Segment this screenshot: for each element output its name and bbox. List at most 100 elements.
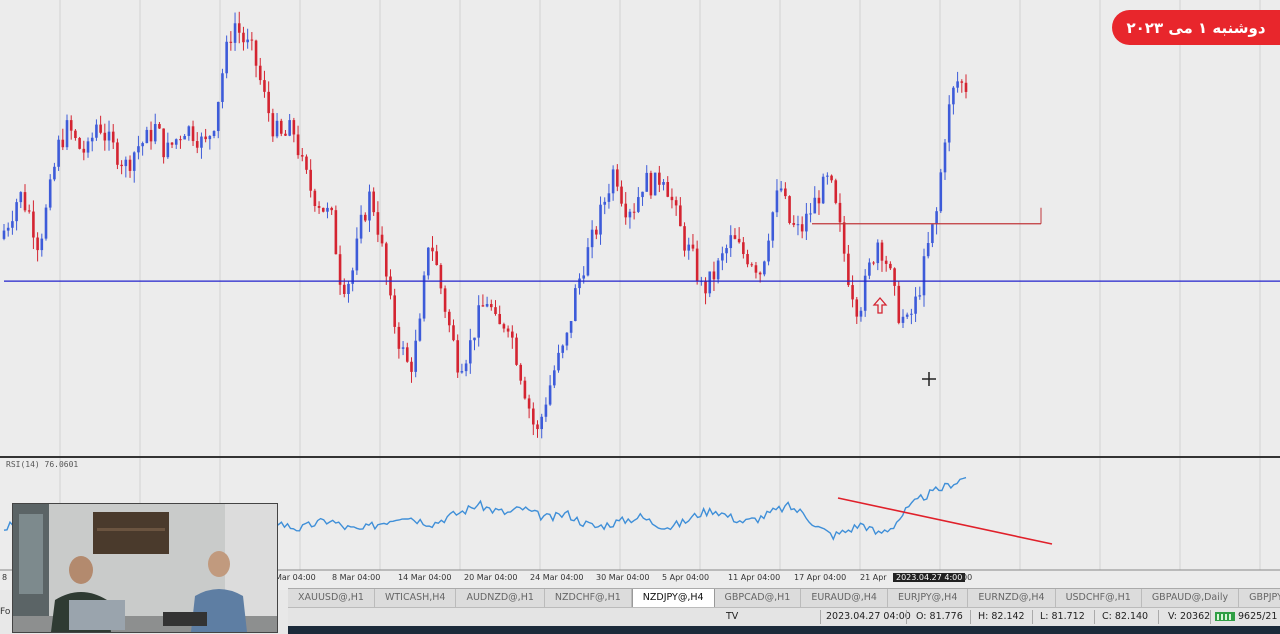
- candle: [536, 420, 539, 438]
- candle: [258, 57, 262, 85]
- candle: [599, 196, 602, 245]
- candle: [111, 124, 115, 150]
- candle: [649, 170, 653, 199]
- candle: [107, 120, 111, 151]
- chart-area[interactable]: [0, 0, 1280, 590]
- candle: [796, 215, 800, 236]
- candle: [628, 208, 632, 229]
- candle: [338, 245, 342, 295]
- candle: [750, 262, 754, 268]
- candle: [889, 261, 892, 271]
- candle: [763, 260, 766, 277]
- candle: [284, 129, 287, 137]
- candle: [691, 234, 695, 252]
- candle: [254, 39, 258, 78]
- chart-tab[interactable]: GBPJPY@,H1: [1239, 589, 1280, 607]
- chart-tab[interactable]: EURJPY@,H4: [888, 589, 969, 607]
- candle: [674, 196, 678, 216]
- candle: [11, 210, 14, 235]
- chart-tab[interactable]: WTICASH,H4: [375, 589, 457, 607]
- candle: [78, 136, 81, 150]
- candle: [632, 203, 636, 220]
- candle: [481, 294, 485, 307]
- chart-tab[interactable]: XAUUSD@,H1: [288, 589, 375, 607]
- time-tick-label: Mar 04:00: [275, 573, 316, 582]
- candle: [590, 220, 594, 259]
- candle: [405, 342, 409, 363]
- candle: [275, 112, 279, 139]
- candle: [229, 31, 233, 51]
- candle: [792, 215, 796, 228]
- profile-name[interactable]: TV: [726, 611, 738, 622]
- candle: [666, 176, 670, 198]
- time-tick-label: 11 Apr 04:00: [728, 573, 781, 582]
- candle: [842, 215, 846, 262]
- candle: [200, 132, 203, 159]
- candle: [468, 328, 472, 374]
- candle: [204, 128, 207, 143]
- candle: [40, 233, 44, 257]
- candle: [775, 179, 779, 218]
- candle: [511, 325, 514, 349]
- candle: [355, 227, 359, 275]
- candle: [351, 267, 354, 292]
- candle: [553, 365, 556, 389]
- candle: [918, 286, 922, 300]
- candle: [834, 178, 838, 205]
- candle: [2, 223, 6, 241]
- time-tick-label: 24 Mar 04:00: [530, 573, 584, 582]
- time-tick-label: 14 Mar 04:00: [398, 573, 452, 582]
- candle: [431, 236, 434, 261]
- candle: [19, 191, 23, 209]
- chart-tab[interactable]: USDCHF@,H1: [1056, 589, 1142, 607]
- candle: [939, 168, 943, 214]
- chart-tab[interactable]: AUDNZD@,H1: [456, 589, 545, 607]
- candle: [502, 322, 506, 333]
- candle: [527, 394, 531, 419]
- chart-tab[interactable]: GBPAUD@,Daily: [1142, 589, 1240, 607]
- candle: [191, 120, 195, 146]
- candle: [145, 126, 149, 144]
- candle: [162, 128, 165, 164]
- chart-tab[interactable]: GBPCAD@,H1: [715, 589, 802, 607]
- chart-tab[interactable]: NZDJPY@,H4: [631, 589, 715, 608]
- candle: [620, 180, 623, 207]
- candle: [494, 300, 497, 316]
- candle: [452, 319, 455, 342]
- candle: [401, 341, 405, 356]
- candle: [321, 207, 325, 213]
- candle: [523, 376, 527, 400]
- candle: [561, 344, 565, 359]
- candle: [922, 248, 926, 307]
- candle: [679, 197, 682, 227]
- candle: [515, 333, 518, 366]
- candle: [82, 140, 86, 161]
- candle: [65, 114, 69, 151]
- candle: [943, 138, 947, 180]
- candle: [426, 247, 430, 280]
- price-chart[interactable]: [0, 0, 1280, 590]
- chart-tab[interactable]: EURAUD@,H4: [801, 589, 888, 607]
- candle: [767, 233, 770, 266]
- candle: [721, 246, 724, 271]
- time-tick-label: 00: [962, 573, 973, 582]
- chart-tab[interactable]: NZDCHF@,H1: [545, 589, 632, 607]
- candle: [464, 359, 468, 377]
- candle: [267, 81, 270, 122]
- candle: [658, 165, 661, 193]
- candle: [384, 241, 388, 285]
- candle: [389, 269, 392, 300]
- candle: [225, 35, 228, 79]
- candle: [422, 271, 426, 322]
- candle: [376, 201, 380, 243]
- candle: [574, 284, 577, 322]
- candle: [733, 228, 737, 240]
- time-tick-label: 21 Apr: [860, 573, 887, 582]
- chart-tab[interactable]: EURNZD@,H4: [968, 589, 1056, 607]
- candle: [128, 155, 132, 178]
- candle: [910, 308, 913, 325]
- candle: [141, 141, 144, 156]
- candle: [506, 325, 510, 338]
- candlesticks: [2, 11, 968, 439]
- candle: [477, 295, 480, 347]
